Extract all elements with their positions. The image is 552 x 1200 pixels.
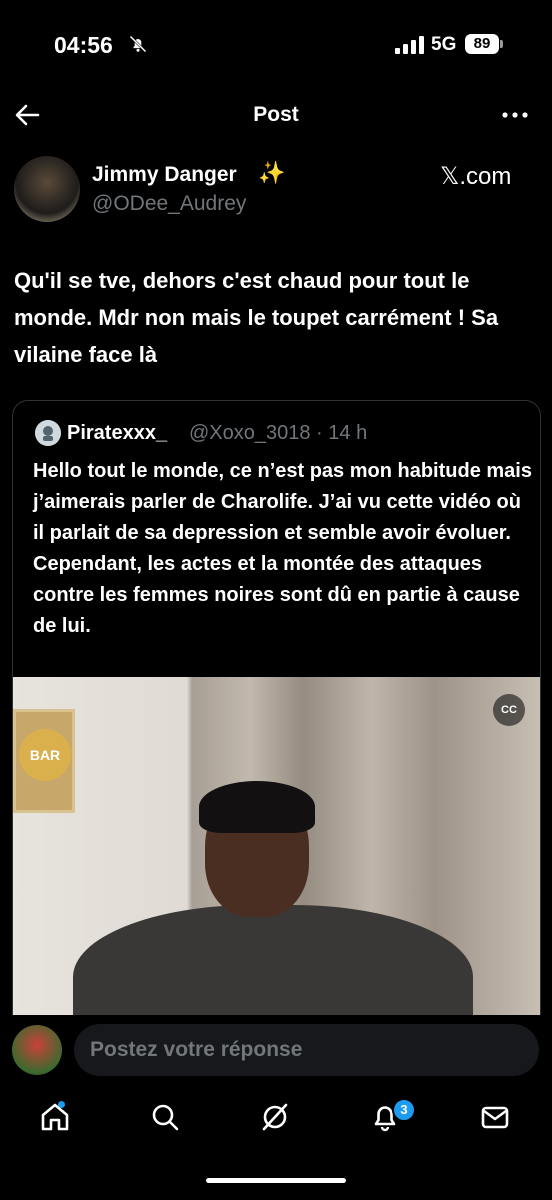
sparkle-emoji: ✨	[258, 160, 286, 185]
more-options-icon[interactable]	[500, 103, 530, 127]
messages-envelope-icon[interactable]	[478, 1100, 512, 1134]
quoted-text: Hello tout le monde, ce n’est pas mon ha…	[33, 460, 532, 637]
author-avatar[interactable]	[14, 156, 80, 222]
my-avatar[interactable]	[12, 1025, 62, 1075]
status-bar: 04:56 5G 89	[0, 0, 552, 90]
page-title: Post	[253, 103, 299, 126]
signal-icon	[395, 36, 424, 54]
source-label: 𝕏.com	[440, 163, 512, 190]
battery-level: 89	[465, 34, 499, 54]
notifications-badge: 3	[392, 1098, 416, 1122]
quoted-handle-time: @Xoxo_3018 · 14 h	[189, 422, 368, 444]
home-indicator[interactable]	[206, 1178, 346, 1183]
video-person-hair	[199, 781, 315, 833]
video-player[interactable]: BAR CC	[13, 677, 540, 1041]
author-display-name[interactable]: Jimmy Danger	[92, 163, 237, 187]
video-wall-sign: BAR	[19, 729, 71, 781]
home-icon[interactable]	[38, 1100, 72, 1134]
post-text: Qu'il se tve, dehors c'est chaud pour to…	[14, 268, 499, 367]
quoted-avatar[interactable]	[35, 420, 61, 446]
status-time: 04:56	[54, 32, 113, 58]
author-handle[interactable]: @ODee_Audrey	[92, 192, 246, 216]
search-icon[interactable]	[148, 1100, 182, 1134]
grok-icon[interactable]	[258, 1100, 292, 1134]
reply-input[interactable]: Postez votre réponse	[74, 1024, 539, 1076]
network-type: 5G	[431, 34, 457, 55]
quoted-display-name[interactable]: Piratexxx_	[67, 422, 167, 445]
bell-off-icon	[129, 35, 147, 53]
closed-captions-button[interactable]: CC	[493, 694, 525, 726]
quoted-post[interactable]: Piratexxx_ @Xoxo_3018 · 14 h Hello tout …	[12, 400, 541, 1042]
home-unread-dot	[58, 1101, 65, 1108]
battery-icon	[500, 40, 503, 48]
